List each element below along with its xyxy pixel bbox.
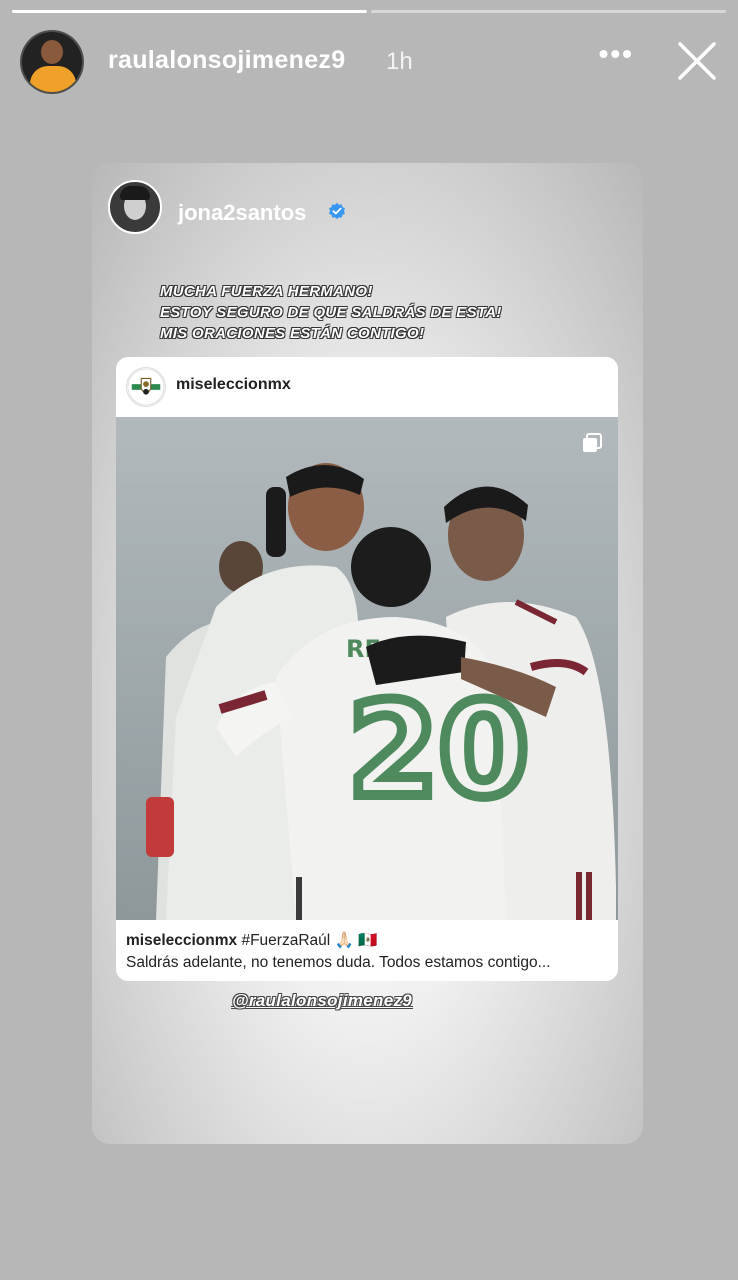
multiple-posts-icon bbox=[583, 433, 602, 452]
post-photo[interactable]: 20 RE bbox=[116, 417, 618, 920]
more-icon[interactable]: ••• bbox=[599, 38, 634, 70]
caption-line: MUCHA FUERZA HERMANO! bbox=[160, 283, 373, 300]
seleccion-logo-icon[interactable] bbox=[126, 367, 166, 407]
repost-card: jona2santos MUCHA FUERZA HERMANO! ESTOY … bbox=[92, 163, 643, 1144]
post-caption: miseleccionmx #FuerzaRaúl 🙏🏻 🇲🇽 Saldrás … bbox=[126, 930, 612, 974]
story-progress-bar bbox=[12, 10, 726, 13]
story-timestamp: 1h bbox=[386, 48, 413, 75]
progress-segment bbox=[371, 10, 726, 13]
repost-caption: MUCHA FUERZA HERMANO! ESTOY SEGURO DE QU… bbox=[160, 281, 502, 344]
repost-avatar[interactable] bbox=[108, 180, 162, 234]
caption-username[interactable]: miseleccionmx bbox=[126, 932, 237, 949]
caption-hashtag[interactable]: #FuerzaRaúl 🙏🏻 🇲🇽 bbox=[237, 932, 377, 949]
close-icon[interactable] bbox=[676, 40, 718, 82]
repost-username[interactable]: jona2santos bbox=[178, 200, 306, 226]
post-header: miseleccionmx bbox=[116, 357, 618, 417]
story-username[interactable]: raulalonsojimenez9 bbox=[108, 46, 345, 75]
caption-line: ESTOY SEGURO DE QUE SALDRÁS DE ESTA! bbox=[160, 304, 502, 321]
story-avatar[interactable] bbox=[20, 30, 84, 94]
caption-line: MIS ORACIONES ESTÁN CONTIGO! bbox=[160, 325, 425, 342]
progress-segment bbox=[12, 10, 367, 13]
shared-post[interactable]: miseleccionmx 20 RE miseleccionmx #Fuerz… bbox=[116, 357, 618, 981]
post-username[interactable]: miseleccionmx bbox=[176, 376, 291, 394]
team-celebration-image: 20 RE bbox=[116, 417, 618, 920]
verified-icon bbox=[329, 202, 345, 220]
story-header: raulalonsojimenez9 1h ••• bbox=[20, 30, 718, 94]
caption-text: Saldrás adelante, no tenemos duda. Todos… bbox=[126, 954, 551, 971]
mention-sticker[interactable]: @raulalonsojimenez9 bbox=[232, 991, 412, 1011]
